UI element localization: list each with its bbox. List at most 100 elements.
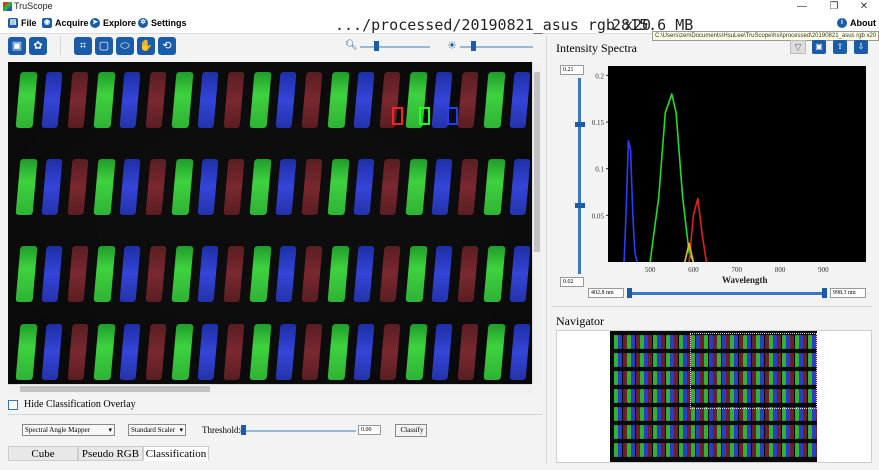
minimize-icon[interactable]: — xyxy=(787,0,817,14)
tab-cube[interactable]: Cube xyxy=(8,446,78,461)
scaler-select[interactable]: Standard Scaler ▾ xyxy=(128,424,186,436)
zoom-slider[interactable] xyxy=(360,46,430,48)
method-select[interactable]: Spectral Angle Mapper ▾ xyxy=(22,424,115,436)
roi-green-marker[interactable] xyxy=(419,107,430,125)
navigator-subpixel xyxy=(678,407,683,421)
intensity-spectra-chart[interactable]: 0.2 0.15 0.1 0.05 500 600 700 800 900 Wavelength xyxy=(585,62,875,288)
menu-explore[interactable]: ➤ Explore xyxy=(90,18,136,28)
subpixel-red xyxy=(457,246,479,302)
subpixel-green xyxy=(327,324,350,380)
panel-splitter[interactable] xyxy=(546,36,547,464)
y-max-value: 0.21 xyxy=(563,67,574,73)
navigator-subpixel xyxy=(674,389,679,403)
compass-icon: ➤ xyxy=(90,18,100,28)
subpixel-red xyxy=(223,246,245,302)
hyperspectral-image-view[interactable] xyxy=(8,62,532,384)
subpixel-blue xyxy=(431,159,453,215)
menu-file[interactable]: ▤ File xyxy=(8,18,37,28)
navigator-subpixel xyxy=(648,443,653,457)
y-min-spinbox[interactable]: 0.02 xyxy=(560,277,584,287)
maximize-icon[interactable]: ❐ xyxy=(819,0,849,14)
wl-max-value: 998.3 nm xyxy=(833,290,856,296)
image-vertical-scroll-thumb[interactable] xyxy=(534,72,540,252)
image-horizontal-scroll-thumb[interactable] xyxy=(20,386,210,392)
method-select-value: Spectral Angle Mapper xyxy=(25,426,90,434)
y-max-spinbox[interactable]: 0.21 xyxy=(560,65,584,75)
menu-acquire[interactable]: ◉ Acquire xyxy=(42,18,89,28)
subpixel-red xyxy=(67,324,89,380)
import-spectra-button[interactable]: ⇩ xyxy=(854,40,868,54)
y-range-min-handle[interactable] xyxy=(575,203,585,208)
tab-cube-label: Cube xyxy=(31,448,55,460)
scaler-select-value: Standard Scaler xyxy=(131,426,176,434)
close-icon[interactable]: ✕ xyxy=(849,0,879,14)
roi-blue-marker[interactable] xyxy=(447,107,458,125)
reset-view-button[interactable]: ⟲ xyxy=(158,37,176,55)
menu-explore-label: Explore xyxy=(103,18,137,28)
navigator-subpixel xyxy=(764,407,769,421)
navigator-subpixel xyxy=(661,371,666,385)
ellipse-select-button[interactable]: ⬭ xyxy=(116,37,134,55)
subpixel-green xyxy=(249,159,272,215)
navigator-subpixel xyxy=(734,407,739,421)
y-tick-label: 0.15 xyxy=(592,119,605,127)
menu-about[interactable]: i About xyxy=(837,18,876,28)
export-spectra-button[interactable]: ⇪ xyxy=(833,40,847,54)
navigator-subpixel xyxy=(751,425,756,439)
spectra-title: Intensity Spectra xyxy=(556,41,637,55)
navigator-subpixel xyxy=(734,443,739,457)
navigator-subpixel xyxy=(747,407,752,421)
navigator-viewport-box[interactable] xyxy=(690,333,817,409)
classify-button[interactable]: Classify xyxy=(395,424,427,437)
tab-classification[interactable]: Classification xyxy=(143,446,209,461)
rect-select-button[interactable]: ▢ xyxy=(95,37,113,55)
app-logo-icon xyxy=(3,2,12,11)
navigator-subpixel xyxy=(674,407,679,421)
navigator-subpixel xyxy=(674,335,679,349)
x-tick-label: 900 xyxy=(818,266,829,274)
menu-settings[interactable]: ✲ Settings xyxy=(138,18,187,28)
divider xyxy=(552,306,872,307)
dataset-path: .../processed/20190821_asus rgb x20 xyxy=(335,16,652,34)
navigator-subpixel xyxy=(803,407,808,421)
wavelength-max-handle[interactable] xyxy=(822,288,827,298)
roi-red-marker[interactable] xyxy=(392,107,403,125)
menu-about-label: About xyxy=(850,18,876,28)
navigator-subpixel xyxy=(635,335,640,349)
navigator-subpixel xyxy=(777,443,782,457)
navigator-subpixel xyxy=(661,389,666,403)
truscope-window: TruScope — ❐ ✕ ▤ File ◉ Acquire ➤ Explor… xyxy=(0,0,879,470)
navigator-subpixel xyxy=(618,335,623,349)
wl-max-spinbox[interactable]: 998.3 nm xyxy=(830,288,866,298)
toolbar-divider xyxy=(60,37,61,55)
wavelength-range-slider[interactable] xyxy=(630,292,826,295)
zoom-slider-thumb[interactable] xyxy=(374,41,379,51)
crop-button[interactable]: ⌗ xyxy=(74,37,92,55)
threshold-slider-thumb[interactable] xyxy=(241,425,246,435)
subpixel-blue xyxy=(119,246,141,302)
navigator-subpixel xyxy=(708,407,713,421)
navigator-subpixel xyxy=(717,425,722,439)
subpixel-red xyxy=(457,324,479,380)
navigator-subpixel xyxy=(665,425,670,439)
subpixel-red xyxy=(145,246,167,302)
subpixel-green xyxy=(249,246,272,302)
wavelength-min-handle[interactable] xyxy=(627,288,632,298)
hide-overlay-checkbox[interactable] xyxy=(8,400,18,410)
save-button[interactable]: ▣ xyxy=(8,37,26,55)
subpixel-red xyxy=(67,246,89,302)
y-range-slider[interactable] xyxy=(578,78,581,274)
brightness-slider-thumb[interactable] xyxy=(470,41,476,51)
threshold-spinbox[interactable]: 0.00 xyxy=(358,425,381,435)
save-spectra-button[interactable]: ▣ xyxy=(812,40,826,54)
y-range-max-handle[interactable] xyxy=(575,122,585,127)
wl-min-spinbox[interactable]: 402.8 nm xyxy=(588,288,624,298)
palette-button[interactable]: ✿ xyxy=(29,37,47,55)
threshold-slider[interactable] xyxy=(240,430,356,432)
subpixel-blue xyxy=(509,72,531,128)
tab-pseudo-rgb[interactable]: Pseudo RGB xyxy=(78,446,143,461)
pan-button[interactable]: ✋ xyxy=(137,37,155,55)
subpixel-green xyxy=(483,324,506,380)
filter-button[interactable]: ▽ xyxy=(790,40,806,54)
wl-min-value: 402.8 nm xyxy=(591,290,614,296)
